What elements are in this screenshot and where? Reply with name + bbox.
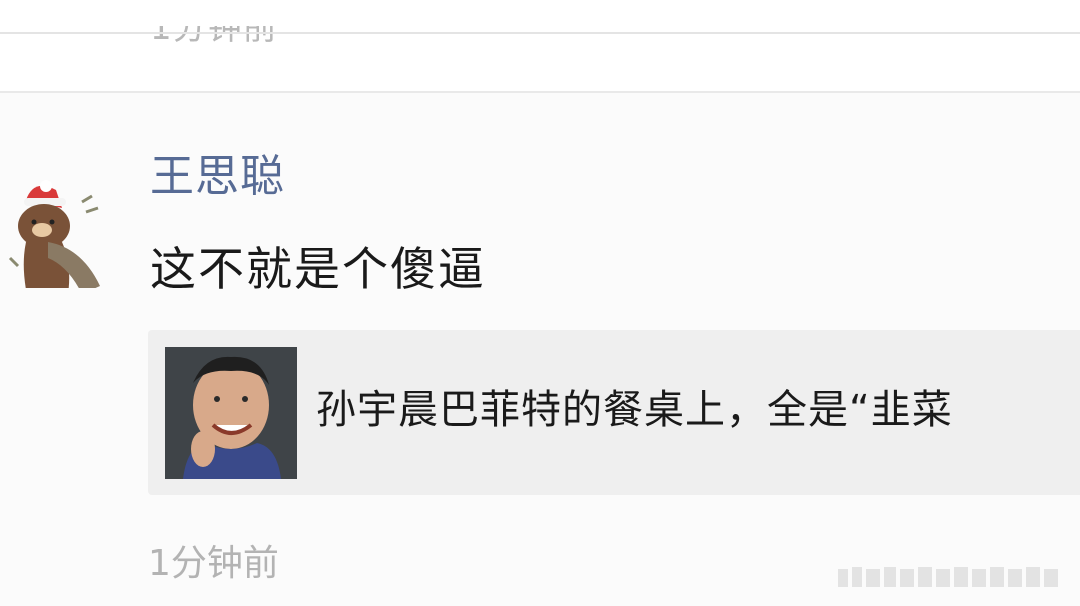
previous-timestamp: 1分钟前 — [150, 8, 278, 48]
comment-item: 王思聪 这不就是个傻逼 孙宇晨巴菲特的餐桌上，全是“韭菜 1分钟前 — [0, 93, 1080, 606]
comment-text: 这不就是个傻逼 — [150, 242, 486, 296]
top-divider — [0, 32, 1080, 34]
link-title: 孙宇晨巴菲特的餐桌上，全是“韭菜 — [316, 387, 953, 433]
bear-avatar-icon[interactable] — [4, 138, 114, 324]
watermark-icon — [838, 563, 1068, 591]
comment-timestamp: 1分钟前 — [148, 543, 279, 584]
link-thumbnail — [165, 347, 297, 479]
comment-username[interactable]: 王思聪 — [150, 149, 285, 205]
shared-link-card[interactable]: 孙宇晨巴菲特的餐桌上，全是“韭菜 — [148, 330, 1080, 495]
previous-post: 1分钟前 — [0, 0, 1080, 92]
